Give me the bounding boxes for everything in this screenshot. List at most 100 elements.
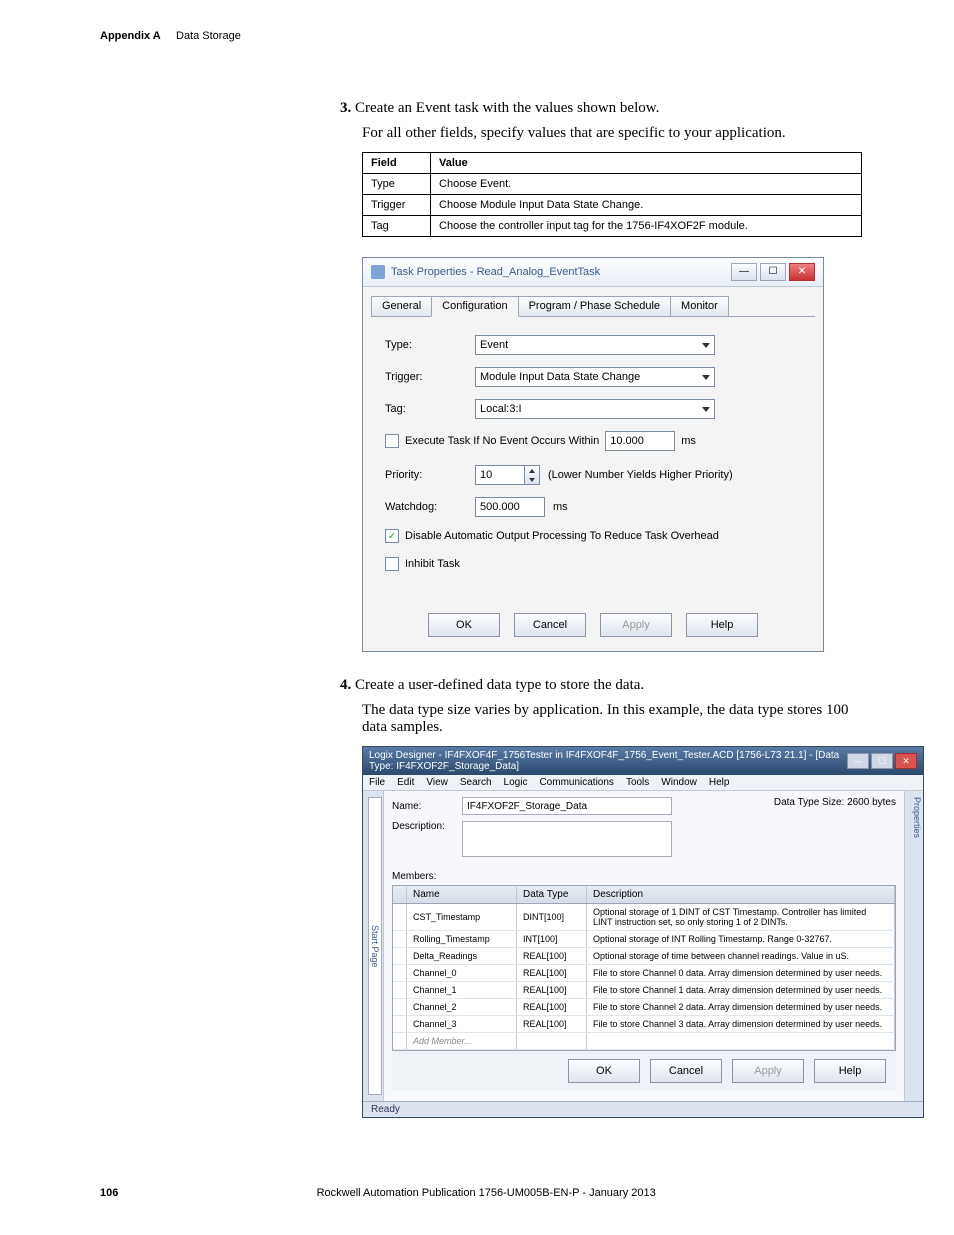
col-data-type[interactable]: Data Type — [517, 886, 587, 903]
dialog-title: Task Properties - Read_Analog_EventTask — [391, 266, 600, 278]
right-tab-properties[interactable]: Properties — [904, 791, 923, 1101]
trigger-label: Trigger: — [385, 371, 475, 383]
menu-communications[interactable]: Communications — [539, 777, 613, 788]
members-grid: Name Data Type Description CST_Timestamp… — [392, 885, 896, 1051]
page-header: Appendix A Data Storage — [100, 30, 241, 42]
logix-designer-window: Logix Designer - IF4FXOF4F_1756Tester in… — [362, 746, 924, 1118]
name-input[interactable]: IF4FXOF2F_Storage_Data — [462, 797, 672, 815]
menu-tools[interactable]: Tools — [626, 777, 649, 788]
chevron-down-icon — [702, 407, 710, 412]
inhibit-checkbox[interactable] — [385, 557, 399, 571]
tab-monitor[interactable]: Monitor — [670, 296, 729, 317]
chevron-down-icon — [702, 343, 710, 348]
sidebar-start-page[interactable]: Start Page — [368, 797, 382, 1095]
table-row[interactable]: CST_TimestampDINT[100]Optional storage o… — [393, 904, 895, 931]
maximize-button[interactable]: ☐ — [871, 753, 893, 769]
col-name[interactable]: Name — [407, 886, 517, 903]
ok-button[interactable]: OK — [568, 1059, 640, 1083]
member-desc: Optional storage of time between channel… — [587, 948, 895, 964]
member-name: Channel_0 — [407, 965, 517, 981]
cancel-button[interactable]: Cancel — [650, 1059, 722, 1083]
tab-general[interactable]: General — [371, 296, 432, 317]
table-row[interactable]: Channel_0REAL[100]File to store Channel … — [393, 965, 895, 982]
table-row: Trigger Choose Module Input Data State C… — [363, 195, 862, 216]
logix-title: Logix Designer - IF4FXOF4F_1756Tester in… — [369, 750, 847, 772]
member-type: REAL[100] — [517, 948, 587, 964]
minimize-button[interactable]: — — [731, 263, 757, 281]
tab-configuration[interactable]: Configuration — [431, 296, 518, 317]
publication-info: Rockwell Automation Publication 1756-UM0… — [317, 1187, 656, 1199]
member-type: REAL[100] — [517, 999, 587, 1015]
member-name: Delta_Readings — [407, 948, 517, 964]
apply-button[interactable]: Apply — [600, 613, 672, 637]
members-label: Members: — [392, 871, 896, 882]
help-button[interactable]: Help — [686, 613, 758, 637]
member-type: DINT[100] — [517, 904, 587, 930]
cancel-button[interactable]: Cancel — [514, 613, 586, 637]
member-name: Channel_1 — [407, 982, 517, 998]
member-name: CST_Timestamp — [407, 904, 517, 930]
table-row[interactable]: Channel_3REAL[100]File to store Channel … — [393, 1016, 895, 1033]
step-4: 4. Create a user-defined data type to st… — [340, 677, 860, 694]
watchdog-input[interactable]: 500.000 — [475, 497, 545, 517]
maximize-button[interactable]: ☐ — [760, 263, 786, 281]
desc-input[interactable] — [462, 821, 672, 857]
desc-label: Description: — [392, 821, 462, 832]
execute-unit: ms — [681, 435, 696, 447]
table-row[interactable]: Rolling_TimestampINT[100]Optional storag… — [393, 931, 895, 948]
step-3: 3. Create an Event task with the values … — [340, 100, 860, 117]
menu-file[interactable]: File — [369, 777, 385, 788]
trigger-combo[interactable]: Module Input Data State Change — [475, 367, 715, 387]
close-button[interactable]: ✕ — [789, 263, 815, 281]
table-row[interactable]: Channel_2REAL[100]File to store Channel … — [393, 999, 895, 1016]
execute-timeout-input[interactable]: 10.000 — [605, 431, 675, 451]
step-4-sub: The data type size varies by application… — [362, 702, 860, 736]
menu-window[interactable]: Window — [661, 777, 697, 788]
watchdog-unit: ms — [553, 501, 568, 513]
status-bar: Ready — [363, 1101, 923, 1117]
ok-button[interactable]: OK — [428, 613, 500, 637]
member-type: REAL[100] — [517, 982, 587, 998]
tag-combo[interactable]: Local:3:I — [475, 399, 715, 419]
table-row[interactable]: Delta_ReadingsREAL[100]Optional storage … — [393, 948, 895, 965]
add-member-row[interactable]: Add Member... — [407, 1033, 517, 1049]
menu-logic[interactable]: Logic — [504, 777, 528, 788]
watchdog-label: Watchdog: — [385, 501, 475, 513]
member-desc: File to store Channel 0 data. Array dime… — [587, 965, 895, 981]
priority-spinner[interactable] — [524, 465, 540, 485]
member-type: INT[100] — [517, 931, 587, 947]
data-type-size: Data Type Size: 2600 bytes — [774, 797, 896, 808]
disable-auto-checkbox[interactable]: ✓ — [385, 529, 399, 543]
execute-checkbox[interactable] — [385, 434, 399, 448]
apply-button[interactable]: Apply — [732, 1059, 804, 1083]
table-row[interactable]: Channel_1REAL[100]File to store Channel … — [393, 982, 895, 999]
member-name: Rolling_Timestamp — [407, 931, 517, 947]
minimize-button[interactable]: — — [847, 753, 869, 769]
menu-help[interactable]: Help — [709, 777, 730, 788]
col-field: Field — [363, 153, 431, 174]
priority-input[interactable]: 10 — [475, 465, 525, 485]
tab-schedule[interactable]: Program / Phase Schedule — [518, 296, 671, 317]
type-combo[interactable]: Event — [475, 335, 715, 355]
appendix-label: Appendix A — [100, 30, 161, 42]
type-label: Type: — [385, 339, 475, 351]
member-desc: Optional storage of 1 DINT of CST Timest… — [587, 904, 895, 930]
table-row: Type Choose Event. — [363, 174, 862, 195]
section-label: Data Storage — [176, 30, 241, 42]
menu-view[interactable]: View — [426, 777, 448, 788]
member-type: REAL[100] — [517, 1016, 587, 1032]
col-description[interactable]: Description — [587, 886, 895, 903]
priority-label: Priority: — [385, 469, 475, 481]
chevron-down-icon — [702, 375, 710, 380]
menu-edit[interactable]: Edit — [397, 777, 414, 788]
member-name: Channel_3 — [407, 1016, 517, 1032]
app-icon — [371, 265, 385, 279]
col-value: Value — [431, 153, 862, 174]
menu-search[interactable]: Search — [460, 777, 492, 788]
disable-auto-label: Disable Automatic Output Processing To R… — [405, 530, 719, 542]
close-button[interactable]: ✕ — [895, 753, 917, 769]
tag-label: Tag: — [385, 403, 475, 415]
help-button[interactable]: Help — [814, 1059, 886, 1083]
table-row: Tag Choose the controller input tag for … — [363, 216, 862, 237]
field-value-table: Field Value Type Choose Event. Trigger C… — [362, 152, 862, 237]
